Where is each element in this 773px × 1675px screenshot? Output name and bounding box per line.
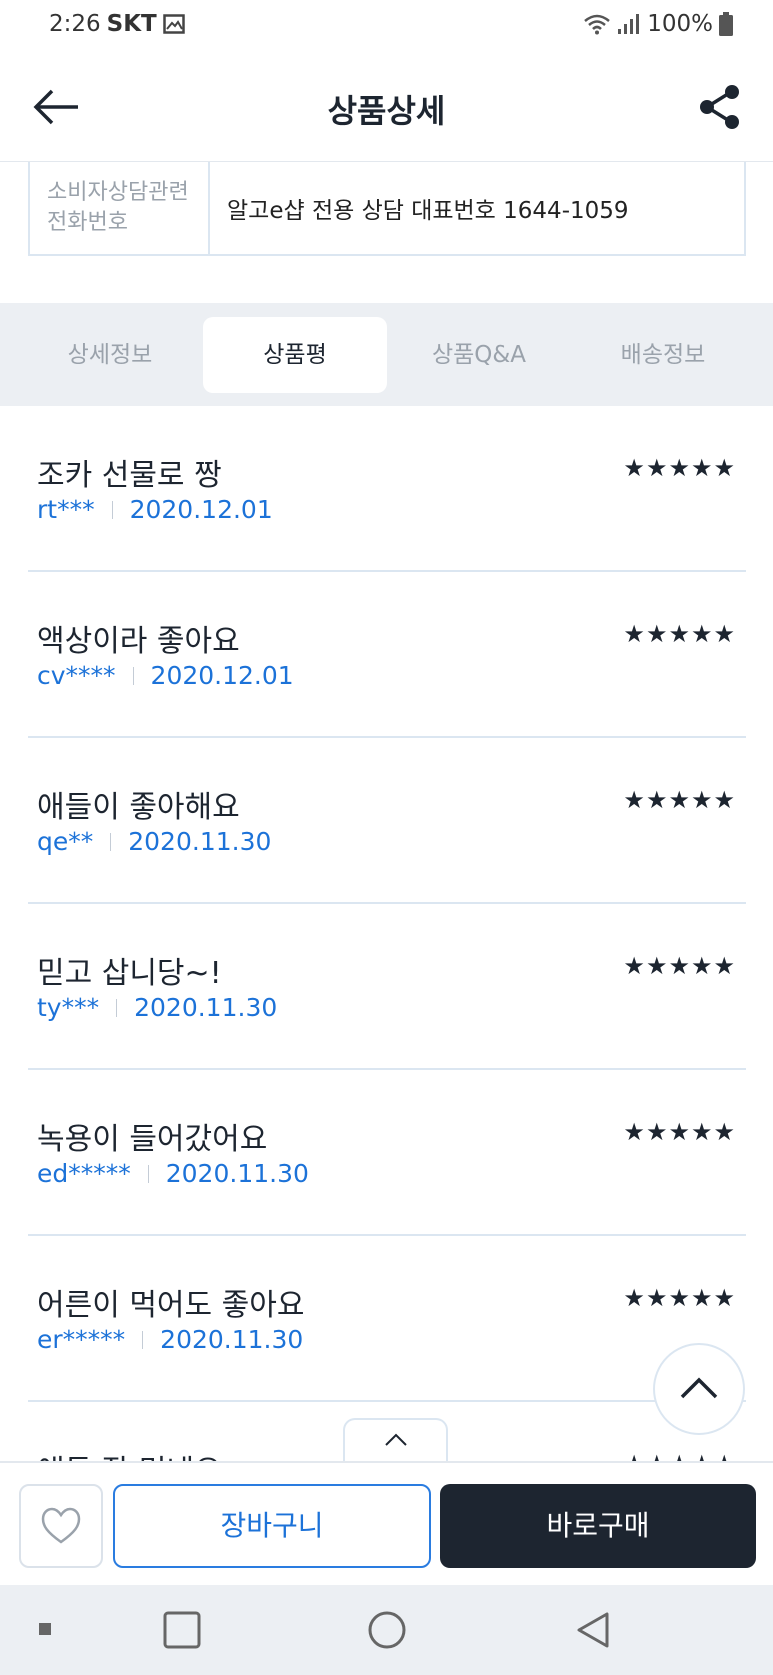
add-to-cart-button[interactable]: 장바구니 [113, 1484, 431, 1568]
review-meta: qe** 2020.11.30 [37, 827, 271, 856]
review-list: 조카 선물로 짱 rt*** 2020.12.01 ★★★★★ 액상이라 좋아요… [28, 406, 746, 1462]
system-back-button[interactable] [573, 1610, 613, 1654]
battery-percent: 100% [647, 11, 713, 37]
tab-qna[interactable]: 상품Q&A [387, 317, 571, 393]
review-date: 2020.11.30 [165, 1159, 309, 1188]
battery-icon [719, 12, 733, 36]
review-title: 애들 잘 먹네요 [37, 1446, 222, 1462]
meta-divider [116, 998, 118, 1017]
review-date: 2020.11.30 [134, 993, 278, 1022]
review-date: 2020.11.30 [128, 827, 272, 856]
page-title: 상품상세 [327, 92, 446, 130]
scroll-top-button[interactable] [653, 1343, 745, 1435]
system-nav-bar [0, 1585, 773, 1675]
review-date: 2020.11.30 [160, 1325, 304, 1354]
review-title: 조카 선물로 짱 [37, 458, 222, 493]
info-value: 알고e샵 전용 상담 대표번호 1644-1059 [227, 198, 629, 224]
review-item[interactable]: 믿고 삽니당~! ty*** 2020.11.30 ★★★★★ [28, 904, 746, 1070]
star-rating: ★★★★★ [623, 952, 736, 980]
status-carrier: SKT [106, 11, 157, 37]
image-icon [162, 14, 185, 34]
review-user: ty*** [37, 993, 100, 1022]
home-icon [368, 1611, 406, 1649]
share-icon [700, 85, 739, 129]
share-button[interactable] [697, 82, 743, 132]
review-item[interactable]: 애들이 좋아해요 qe** 2020.11.30 ★★★★★ [28, 738, 746, 904]
buy-now-button[interactable]: 바로구매 [440, 1484, 756, 1568]
recent-apps-button[interactable] [162, 1610, 202, 1654]
status-time: 2:26 [49, 11, 101, 37]
signal-icon [618, 14, 640, 34]
status-right: 100% [583, 11, 733, 37]
review-item[interactable]: 조카 선물로 짱 rt*** 2020.12.01 ★★★★★ [28, 406, 746, 572]
home-button[interactable] [367, 1610, 407, 1654]
app-header: 상품상세 [0, 52, 773, 162]
star-rating: ★★★★★ [623, 1284, 736, 1312]
review-user: cv**** [37, 661, 116, 690]
nav-dot [38, 1621, 52, 1640]
review-item[interactable]: 어른이 먹어도 좋아요 er***** 2020.11.30 ★★★★★ [28, 1236, 746, 1402]
tab-reviews[interactable]: 상품평 [203, 317, 387, 393]
review-meta: ed***** 2020.11.30 [37, 1159, 309, 1188]
review-item[interactable]: 액상이라 좋아요 cv**** 2020.12.01 ★★★★★ [28, 572, 746, 738]
meta-divider [142, 1330, 144, 1349]
review-user: qe** [37, 827, 94, 856]
heart-icon [41, 1507, 81, 1544]
wifi-icon [584, 14, 611, 35]
info-label: 소비자상담관련 전화번호 [30, 162, 210, 254]
review-user: ed***** [37, 1159, 131, 1188]
review-date: 2020.12.01 [129, 495, 273, 524]
star-rating: ★★★★★ [623, 620, 736, 648]
star-rating: ★★★★★ [623, 1118, 736, 1146]
chevron-up-icon [680, 1377, 718, 1399]
review-title: 녹용이 들어갔어요 [37, 1122, 268, 1157]
review-item[interactable]: 녹용이 들어갔어요 ed***** 2020.11.30 ★★★★★ [28, 1070, 746, 1236]
review-title: 어른이 먹어도 좋아요 [37, 1288, 305, 1323]
review-title: 액상이라 좋아요 [37, 624, 240, 659]
meta-divider [110, 832, 112, 851]
review-user: rt*** [37, 495, 95, 524]
dot-icon [39, 1623, 51, 1635]
meta-divider [132, 666, 134, 685]
review-meta: ty*** 2020.11.30 [37, 993, 277, 1022]
star-rating: ★★★★★ [623, 454, 736, 482]
status-bar: 2:26 SKT 100% [0, 0, 773, 52]
review-title: 애들이 좋아해요 [37, 790, 240, 825]
meta-divider [147, 1164, 149, 1183]
recent-apps-icon [163, 1611, 201, 1649]
star-rating: ★★★★★ [623, 786, 736, 814]
back-icon [577, 1612, 609, 1648]
wishlist-button[interactable] [19, 1484, 103, 1568]
review-meta: rt*** 2020.12.01 [37, 495, 273, 524]
bottom-sheet-handle[interactable] [343, 1418, 448, 1463]
status-left: 2:26 SKT [49, 11, 185, 37]
review-date: 2020.12.01 [150, 661, 294, 690]
chevron-up-icon [385, 1433, 407, 1446]
review-title: 믿고 삽니당~! [37, 956, 222, 991]
tab-detail-info[interactable]: 상세정보 [18, 317, 202, 393]
review-user: er***** [37, 1325, 126, 1354]
purchase-action-bar: 장바구니 바로구매 [0, 1461, 773, 1585]
review-meta: er***** 2020.11.30 [37, 1325, 303, 1354]
meta-divider [111, 500, 113, 519]
review-meta: cv**** 2020.12.01 [37, 661, 294, 690]
detail-tabs: 상세정보 상품평 상품Q&A 배송정보 [0, 303, 773, 406]
consultation-info-table: 소비자상담관련 전화번호 알고e샵 전용 상담 대표번호 1644-1059 [28, 162, 746, 256]
tab-delivery-info[interactable]: 배송정보 [571, 317, 755, 393]
